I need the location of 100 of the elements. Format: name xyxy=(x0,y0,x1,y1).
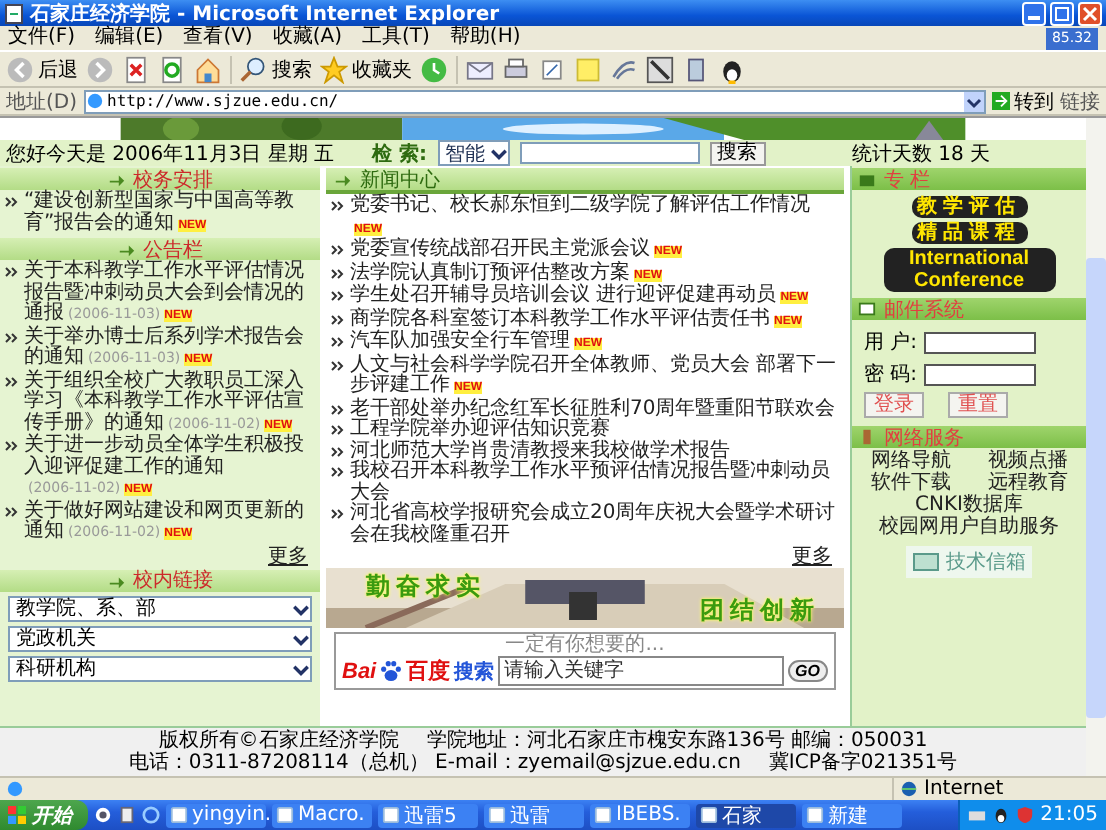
link-dropdown[interactable]: 科研机构 xyxy=(8,655,312,681)
chevrons-icon xyxy=(330,267,346,279)
search-button[interactable]: 搜索 xyxy=(709,141,766,165)
penguin-icon[interactable] xyxy=(718,55,746,83)
arrow-icon xyxy=(334,170,352,188)
back-button[interactable]: 后退 xyxy=(6,55,78,83)
window-icon xyxy=(700,806,718,824)
reset-button[interactable]: 重置 xyxy=(948,392,1008,418)
news-link[interactable]: 河北师范大学肖贵清教授来我校做学术报告 xyxy=(350,441,840,462)
window-icon xyxy=(170,806,188,824)
links-label[interactable]: 链接 xyxy=(1060,87,1100,115)
search-field[interactable] xyxy=(519,142,700,164)
feature-link[interactable]: International Conference xyxy=(883,248,1055,292)
taskbar-button[interactable]: 石家 xyxy=(696,803,796,827)
login-button[interactable]: 登录 xyxy=(864,392,924,418)
refresh-icon[interactable] xyxy=(158,55,186,83)
chevrons-icon xyxy=(330,466,346,478)
service-link[interactable]: 远程教育 xyxy=(969,472,1086,494)
banner-slogan: 团结创新 xyxy=(700,594,820,628)
search-button[interactable]: 搜索 xyxy=(240,55,312,83)
banner-slogan: 勤奋求实 xyxy=(366,570,486,604)
close-button[interactable] xyxy=(1078,1,1102,25)
password-label: 密 码: xyxy=(864,361,918,388)
penguin-icon[interactable] xyxy=(992,806,1011,824)
footer-text: 版权所有©石家庄经济学院 xyxy=(158,730,399,752)
menu-item[interactable]: 文件(F) xyxy=(8,26,76,50)
logo-text: Bai xyxy=(342,659,377,683)
home-icon[interactable] xyxy=(194,55,222,83)
search-icon xyxy=(240,55,268,83)
service-link[interactable]: 网络导航 xyxy=(852,450,969,472)
history-icon[interactable] xyxy=(420,55,448,83)
minimize-button[interactable] xyxy=(1022,1,1046,25)
link-dropdown[interactable]: 教学院、系、部 xyxy=(8,595,312,621)
window-icon xyxy=(594,806,612,824)
menu-item[interactable]: 工具(T) xyxy=(362,26,430,50)
scope-dropdown[interactable]: 智能 xyxy=(437,140,510,166)
star-icon xyxy=(320,55,348,83)
section-header: 新闻中心 xyxy=(326,168,844,194)
chevrons-icon xyxy=(4,266,20,278)
keyword-field[interactable]: 请输入关键字 xyxy=(498,656,784,686)
dropdown-arrow-icon[interactable] xyxy=(964,91,984,111)
chevrons-icon xyxy=(4,440,20,452)
chevrons-icon xyxy=(4,505,20,517)
print-icon[interactable] xyxy=(502,55,530,83)
feature-link[interactable]: 精品课程 xyxy=(911,222,1027,244)
link-dropdown[interactable]: 党政机关 xyxy=(8,625,312,651)
service-link[interactable]: CNKI数据库 xyxy=(852,494,1086,516)
start-button[interactable]: 开始 xyxy=(0,800,88,830)
footer-text: 学院地址：河北石家庄市槐安东路136号 邮编：050031 xyxy=(426,730,928,752)
stop-icon[interactable] xyxy=(122,55,150,83)
chevrons-icon xyxy=(330,359,346,371)
go-button[interactable]: 转到 xyxy=(992,87,1054,115)
envelope-icon xyxy=(912,552,940,572)
favorites-button[interactable]: 收藏夹 xyxy=(320,55,412,83)
page-icon xyxy=(6,780,24,798)
chevrons-icon xyxy=(330,424,346,436)
taskbar-button[interactable]: 新建 xyxy=(802,803,902,827)
address-label: 地址(D) xyxy=(6,89,78,115)
news-link[interactable]: 河北省高校学报研究会成立20周年庆祝大会暨学术研讨会在我校隆重召开 xyxy=(350,504,840,546)
service-link[interactable]: 校园网用户自助服务 xyxy=(852,516,1086,538)
taskbar-button[interactable]: 迅雷5 xyxy=(378,803,478,827)
minimize-icon xyxy=(1028,15,1040,19)
username-field[interactable] xyxy=(923,331,1036,353)
caret-icon xyxy=(489,144,508,162)
taskbar-button[interactable]: Macro. xyxy=(272,803,372,827)
chevrons-icon xyxy=(330,313,346,325)
menu-item[interactable]: 编辑(E) xyxy=(95,26,164,50)
more-link[interactable]: 更多 xyxy=(792,546,832,568)
service-link[interactable]: 视频点播 xyxy=(969,450,1086,472)
arrow-icon xyxy=(107,170,125,188)
arrow-icon xyxy=(992,92,1010,110)
password-field[interactable] xyxy=(923,363,1036,385)
news-link[interactable]: 工程学院举办迎评估知识竞赛 xyxy=(350,420,840,441)
taskbar-button[interactable]: 迅雷 xyxy=(484,803,584,827)
address-field[interactable]: http://www.sjzue.edu.cn/ xyxy=(83,89,986,113)
taskbar-button[interactable]: IBEBS. xyxy=(590,803,690,827)
globe-icon xyxy=(900,780,918,798)
more-link[interactable]: 更多 xyxy=(268,545,308,567)
news-link[interactable]: 我校召开本科教学工作水平预评估情况报告暨冲刺动员大会 xyxy=(350,462,840,504)
chevrons-icon xyxy=(4,375,20,387)
visit-count: 统计天数 18 天 xyxy=(852,141,993,167)
document-icon[interactable] xyxy=(118,806,136,824)
clock: 21:05 xyxy=(1040,804,1098,826)
scrollbar[interactable] xyxy=(1086,118,1106,776)
go-button[interactable]: GO xyxy=(787,660,828,682)
feature-link[interactable]: 教学评估 xyxy=(911,196,1027,218)
chevrons-icon xyxy=(330,200,346,212)
menu-item[interactable]: 帮助(H) xyxy=(449,26,521,50)
taskbar-button[interactable]: yingyin. xyxy=(166,803,266,827)
maximize-button[interactable] xyxy=(1050,1,1074,25)
chevrons-icon xyxy=(4,331,20,343)
search-hint: 一定有你想要的... xyxy=(505,634,665,656)
section-header: 邮件系统 xyxy=(852,298,1086,320)
menu-item[interactable]: 收藏(A) xyxy=(272,26,342,50)
menu-item[interactable]: 查看(V) xyxy=(183,26,253,50)
username-label: 用 户: xyxy=(864,329,918,356)
service-link[interactable]: 软件下载 xyxy=(852,472,969,494)
edit-icon[interactable] xyxy=(538,55,566,83)
envelope-icon xyxy=(858,300,876,318)
news-link[interactable]: 老干部处举办纪念红军长征胜利70周年暨重阳节联欢会 xyxy=(350,399,840,420)
